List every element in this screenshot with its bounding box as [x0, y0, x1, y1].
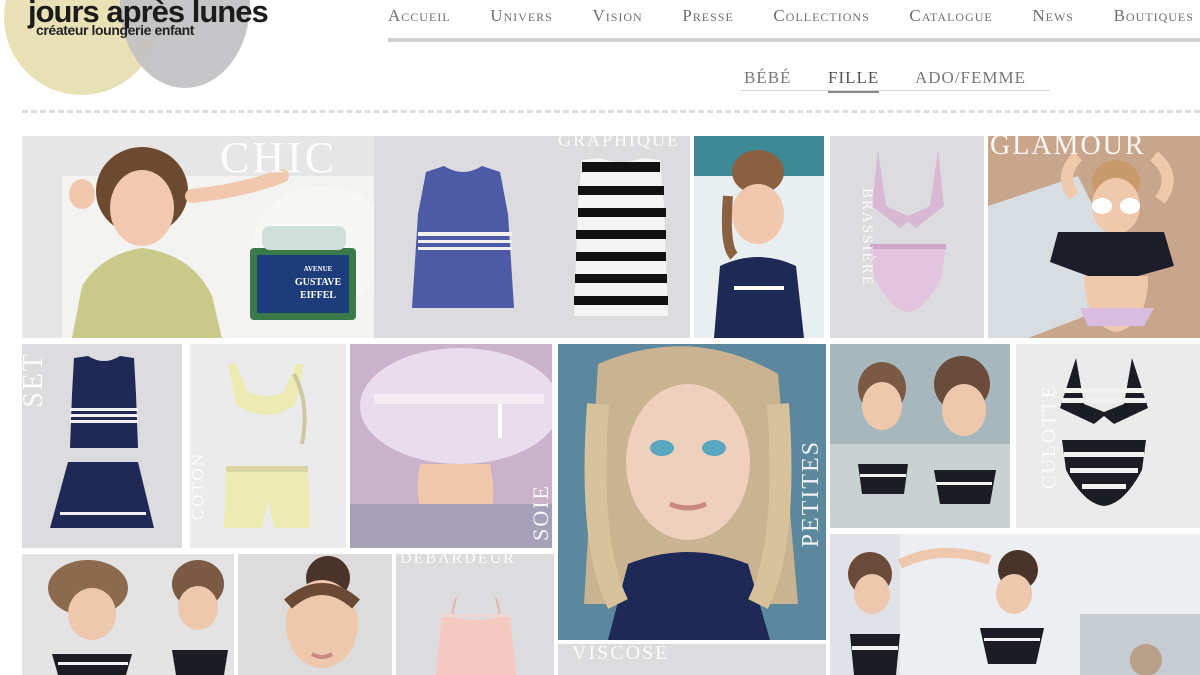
- nav-presse[interactable]: Presse: [682, 6, 733, 26]
- photo-tile-girls-playing[interactable]: [830, 534, 1200, 675]
- striped-top-illustration: [574, 158, 668, 316]
- product-tile-tank-top[interactable]: [374, 136, 552, 338]
- label-culotte: CULOTTE: [1038, 384, 1060, 490]
- nav-collections[interactable]: Collections: [773, 6, 869, 26]
- sign-line2: GUSTAVE: [294, 277, 342, 288]
- photo-tile-girl-navy[interactable]: [694, 136, 824, 338]
- nav-univers[interactable]: Univers: [490, 6, 553, 26]
- product-tile-viscose[interactable]: VISCOSE: [558, 644, 826, 675]
- lilac-set-illustration: [870, 150, 946, 312]
- photo-tile-chic[interactable]: AVENUE GUSTAVE EIFFEL CHIC: [22, 136, 374, 338]
- nav-divider: [388, 38, 1200, 42]
- pink-camisole-illustration: [436, 597, 516, 675]
- label-coton: COTON: [190, 452, 207, 521]
- nav-vision[interactable]: Vision: [592, 6, 642, 26]
- label-chic: CHIC: [220, 136, 338, 182]
- main-navigation: Accueil Univers Vision Presse Collection…: [388, 4, 1200, 28]
- product-tile-striped-bikini[interactable]: CULOTTE: [1016, 344, 1200, 528]
- sign-line3: EIFFEL: [299, 290, 337, 301]
- cotton-set-illustration: [224, 364, 310, 528]
- dashed-divider: [22, 110, 1200, 113]
- girls-playing-photo-illustration: [830, 534, 1200, 675]
- nav-catalogue[interactable]: Catalogue: [909, 6, 992, 26]
- photo-tile-glamour[interactable]: GLAMOUR: [988, 136, 1200, 338]
- photo-tile-soie[interactable]: SOIE: [350, 344, 552, 548]
- product-tile-striped-top[interactable]: GRAPHIQUE: [552, 136, 690, 338]
- photo-tile-two-girls[interactable]: [830, 344, 1010, 528]
- label-glamour: GLAMOUR: [990, 136, 1146, 161]
- girl-navy-photo-illustration: [694, 136, 824, 338]
- silk-photo-illustration: [350, 344, 552, 548]
- photo-tile-girl-bun[interactable]: [238, 554, 392, 675]
- product-tile-cotton-set[interactable]: COTON: [190, 344, 346, 548]
- girl-bun-photo-illustration: [238, 554, 392, 675]
- label-soie: SOIE: [528, 484, 552, 541]
- label-graphique: GRAPHIQUE: [558, 136, 681, 150]
- photo-tile-girls-bottom[interactable]: [22, 554, 234, 675]
- two-girls-photo-illustration: [830, 344, 1010, 528]
- label-set: SET: [22, 352, 49, 408]
- portrait-photo-illustration: [558, 344, 826, 640]
- glamour-photo-illustration: [988, 136, 1200, 338]
- subnav-bebe[interactable]: BÉBÉ: [744, 68, 791, 88]
- product-tile-navy-set[interactable]: SET: [22, 344, 182, 548]
- brand-tagline: créateur loungerie enfant: [36, 22, 195, 38]
- nav-boutiques[interactable]: Boutiques: [1114, 6, 1194, 26]
- nav-accueil[interactable]: Accueil: [388, 6, 451, 26]
- label-debardeur: DÉBARDEUR: [400, 554, 516, 567]
- label-viscose: VISCOSE: [572, 644, 670, 664]
- photo-tile-portrait[interactable]: PETITES: [558, 344, 826, 640]
- subnav-underline: [740, 90, 1050, 91]
- label-petites: PETITES: [798, 440, 824, 548]
- brand-logo[interactable]: jours après lunes créateur loungerie enf…: [0, 0, 269, 95]
- nav-news[interactable]: News: [1032, 6, 1074, 26]
- sign-line1: AVENUE: [303, 265, 333, 273]
- subnav-ado-femme[interactable]: ADO/FEMME: [915, 68, 1026, 88]
- tank-top-illustration: [412, 166, 514, 308]
- product-tile-lilac-set[interactable]: BRASSIÈRE: [830, 136, 984, 338]
- girls-bottom-photo-illustration: [22, 554, 234, 675]
- label-brassiere: BRASSIÈRE: [859, 188, 875, 287]
- product-tile-pink-camisole[interactable]: DÉBARDEUR: [396, 554, 554, 675]
